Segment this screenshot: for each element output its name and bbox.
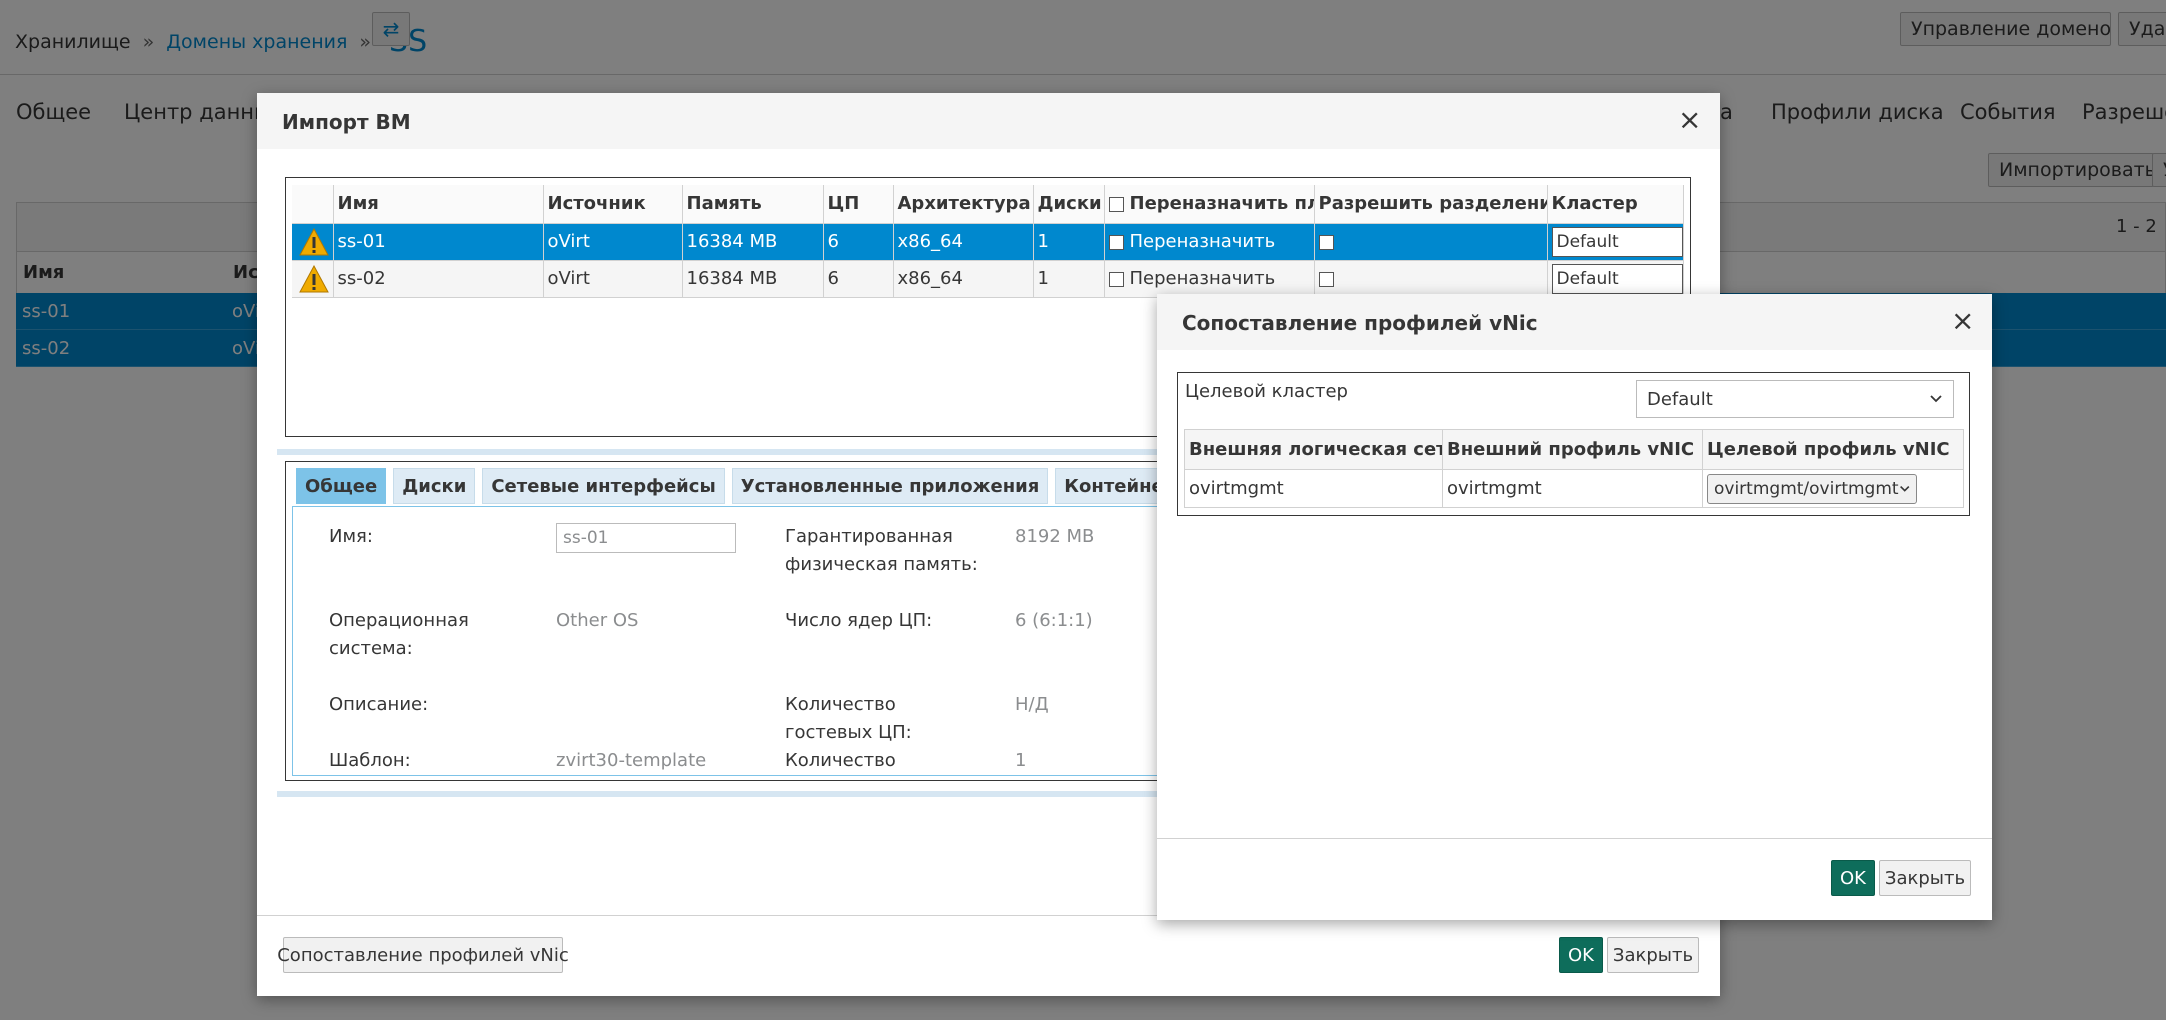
cluster-input[interactable] [1551, 263, 1682, 294]
table-row[interactable]: ss-02 oVirt 16384 MB 6 x86_64 1 Переназн… [292, 260, 1684, 298]
details-tabs: Общее Диски Сетевые интерфейсы Установле… [296, 468, 1202, 504]
warning-icon [292, 223, 334, 261]
vm-disks: 1 [1033, 260, 1105, 298]
tab-disks[interactable]: Диски [393, 468, 476, 504]
column-source[interactable]: Источник [543, 185, 683, 224]
mem-label-line2: физическая память: [785, 554, 978, 575]
column-target-profile: Целевой профиль vNIC [1702, 429, 1964, 470]
allow-partial-checkbox[interactable] [1318, 271, 1334, 287]
vnic-table: Внешняя логическая сеть Внешний профиль … [1184, 429, 1964, 508]
reassign-label: Переназначить [1129, 231, 1276, 252]
ok-button[interactable]: OK [1559, 937, 1603, 973]
dialog-title: Импорт ВМ [282, 110, 411, 134]
vnic-mapping-button[interactable]: Сопоставление профилей vNic [277, 937, 569, 973]
guaranteed-memory-value: 8192 MB [1015, 526, 1095, 547]
vm-memory: 16384 MB [682, 260, 824, 298]
os-label-line1: Операционная [329, 610, 469, 631]
vm-name: ss-01 [333, 223, 544, 261]
column-memory[interactable]: Память [682, 185, 824, 224]
reassign-checkbox[interactable] [1108, 234, 1124, 250]
dialog-header [257, 93, 1720, 149]
reassign-cell: Переназначить [1104, 260, 1315, 298]
target-profile-cell: ovirtmgmt/ovirtmgmt [1702, 469, 1964, 508]
target-profile-select[interactable]: ovirtmgmt/ovirtmgmt [1707, 473, 1917, 504]
vm-arch: x86_64 [893, 223, 1034, 261]
vm-disks: 1 [1033, 223, 1105, 261]
column-reassign-label: Переназначить плохи [1129, 193, 1314, 215]
guaranteed-memory-label: Гарантированная физическая память: [785, 523, 978, 579]
guest-cpu-value: Н/Д [1015, 694, 1049, 715]
tab-network-interfaces[interactable]: Сетевые интерфейсы [482, 468, 725, 504]
reassign-checkbox[interactable] [1108, 271, 1124, 287]
column-name[interactable]: Имя [333, 185, 544, 224]
count-label: Количество [785, 750, 896, 771]
footer-divider [1157, 838, 1992, 839]
target-cluster-value: Default [1647, 388, 1713, 410]
cluster-cell [1547, 223, 1684, 261]
table-row: ovirtmgmt ovirtmgmt ovirtmgmt/ovirtmgmt [1184, 469, 1964, 508]
vm-arch: x86_64 [893, 260, 1034, 298]
name-field[interactable] [556, 523, 736, 553]
name-label: Имя: [329, 526, 373, 547]
reassign-label: Переназначить [1129, 268, 1276, 289]
template-label: Шаблон: [329, 750, 411, 771]
template-value: zvirt30-template [556, 750, 707, 771]
os-label-line2: система: [329, 638, 413, 659]
close-button[interactable]: Закрыть [1607, 937, 1699, 973]
reassign-all-checkbox[interactable] [1108, 196, 1124, 212]
vm-table: Имя Источник Память ЦП Архитектура Диски… [292, 185, 1684, 298]
vm-source: oVirt [543, 223, 683, 261]
os-value: Other OS [556, 610, 639, 631]
vm-memory: 16384 MB [682, 223, 824, 261]
dialog-title: Сопоставление профилей vNic [1182, 311, 1538, 335]
guest-label-line1: Количество [785, 694, 896, 715]
allow-partial-cell [1314, 223, 1548, 261]
column-external-profile: Внешний профиль vNIC [1442, 429, 1703, 470]
os-label: Операционная система: [329, 607, 469, 663]
external-profile: ovirtmgmt [1442, 469, 1703, 508]
column-status [292, 185, 334, 224]
external-network: ovirtmgmt [1184, 469, 1443, 508]
vm-source: oVirt [543, 260, 683, 298]
cluster-input[interactable] [1551, 226, 1682, 257]
allow-partial-checkbox[interactable] [1318, 234, 1334, 250]
count-value: 1 [1015, 750, 1027, 771]
column-architecture[interactable]: Архитектура [893, 185, 1034, 224]
vnic-mapping-panel: Целевой кластер Default Внешняя логическ… [1177, 372, 1970, 516]
column-reassign[interactable]: Переназначить плохи [1104, 185, 1315, 224]
table-header: Внешняя логическая сеть Внешний профиль … [1184, 429, 1964, 470]
target-profile-value: ovirtmgmt/ovirtmgmt [1714, 478, 1899, 499]
guest-label-line2: гостевых ЦП: [785, 722, 912, 743]
reassign-cell: Переназначить [1104, 223, 1315, 261]
column-cpu[interactable]: ЦП [823, 185, 894, 224]
vm-name: ss-02 [333, 260, 544, 298]
allow-partial-cell [1314, 260, 1548, 298]
table-row[interactable]: ss-01 oVirt 16384 MB 6 x86_64 1 Переназн… [292, 223, 1684, 261]
close-icon[interactable]: × [1678, 106, 1701, 134]
table-header: Имя Источник Память ЦП Архитектура Диски… [292, 185, 1684, 224]
tab-general[interactable]: Общее [296, 468, 387, 504]
warning-icon [292, 260, 334, 298]
vnic-mapping-dialog: Сопоставление профилей vNic × Целевой кл… [1157, 294, 1992, 920]
guest-cpu-label: Количество гостевых ЦП: [785, 691, 912, 747]
column-external-network: Внешняя логическая сеть [1184, 429, 1443, 470]
ok-button[interactable]: OK [1831, 860, 1875, 896]
mem-label-line1: Гарантированная [785, 526, 953, 547]
chevron-down-icon [1930, 395, 1942, 403]
cluster-cell [1547, 260, 1684, 298]
column-cluster[interactable]: Кластер [1547, 185, 1684, 224]
column-disks[interactable]: Диски [1033, 185, 1105, 224]
description-label: Описание: [329, 694, 429, 715]
tab-installed-apps[interactable]: Установленные приложения [731, 468, 1049, 504]
target-cluster-label: Целевой кластер [1185, 381, 1348, 402]
target-cluster-select[interactable]: Default [1636, 380, 1954, 418]
close-button[interactable]: Закрыть [1879, 860, 1971, 896]
chevron-down-icon [1899, 485, 1909, 492]
close-icon[interactable]: × [1951, 307, 1974, 335]
vm-cpu: 6 [823, 260, 894, 298]
vm-cpu: 6 [823, 223, 894, 261]
cpu-cores-value: 6 (6:1:1) [1015, 610, 1093, 631]
column-allow-partial[interactable]: Разрешить разделение [1314, 185, 1548, 224]
cpu-cores-label: Число ядер ЦП: [785, 610, 933, 631]
